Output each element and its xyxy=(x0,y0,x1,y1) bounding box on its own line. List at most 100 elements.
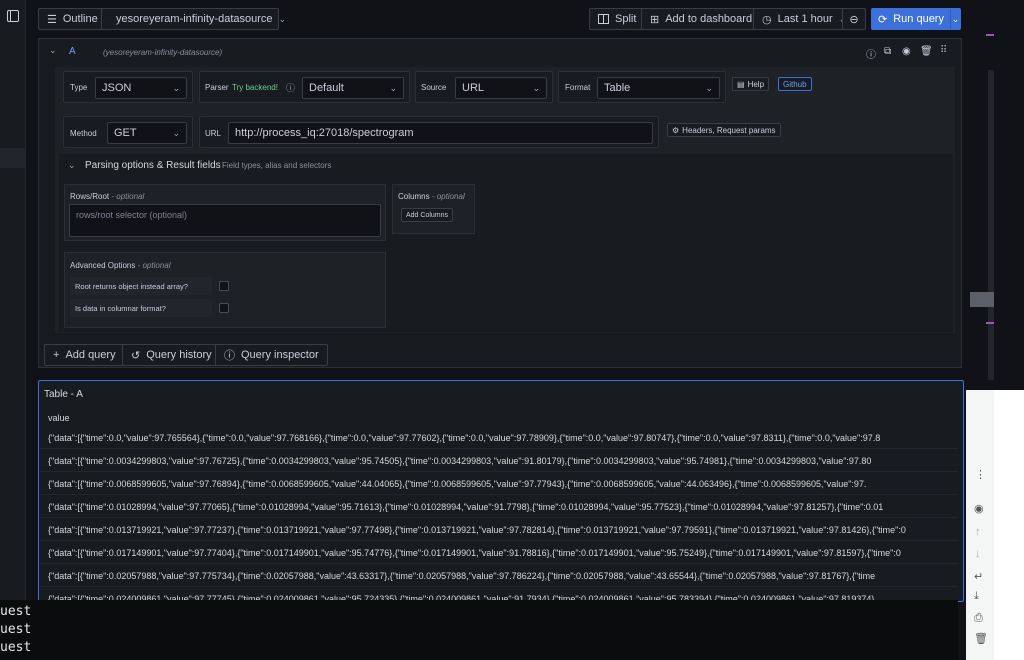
right-tool-column: ⋮ ◉ ↑ ↓ ↵ ⤓ ⎙ 🗑 xyxy=(966,390,994,660)
type-value: JSON xyxy=(102,82,132,94)
query-ref-id[interactable]: A xyxy=(69,46,76,57)
format-value: Table xyxy=(604,82,631,94)
eye-icon[interactable]: ◉ xyxy=(974,502,984,515)
github-button[interactable]: Github xyxy=(778,77,812,91)
collapse-chevron-icon[interactable]: ⌄ xyxy=(49,45,57,56)
print-icon[interactable]: ⎙ xyxy=(974,612,983,625)
query-history-label: Query history xyxy=(146,349,212,361)
parsing-options-hint: Field types, alias and selectors xyxy=(222,161,332,170)
zoom-out-icon: ⊖ xyxy=(849,13,859,26)
split-label: Split xyxy=(615,13,637,25)
type-select[interactable]: JSON ⌄ xyxy=(95,77,187,99)
clock-icon: ◷ xyxy=(762,13,772,26)
split-icon xyxy=(598,14,609,24)
method-value: GET xyxy=(114,127,137,139)
root-object-label: Root returns object instead array? xyxy=(75,282,188,291)
query-inspector-button[interactable]: ⓘ Query inspector xyxy=(215,344,328,366)
add-to-dashboard-button[interactable]: ⊞ Add to dashboard xyxy=(641,8,762,30)
chevron-down-icon: ⌄ xyxy=(278,13,287,24)
table-row[interactable]: {"data":[{"time":0.0,"value":97.765564},… xyxy=(40,427,958,449)
outline-button[interactable]: ☰ Outline xyxy=(38,8,107,30)
trash-icon[interactable]: 🗑 xyxy=(974,632,988,645)
table-row[interactable]: {"data":[{"time":0.02057988,"value":97.7… xyxy=(40,565,958,587)
table-row[interactable]: {"data":[{"time":0.0034299803,"value":97… xyxy=(40,450,958,472)
root-object-checkbox[interactable] xyxy=(219,281,229,291)
scrollbar-track[interactable] xyxy=(988,70,994,380)
chevron-down-icon: ⌄ xyxy=(172,127,180,138)
method-label: Method xyxy=(70,129,97,138)
help-circle-icon[interactable]: ⓘ xyxy=(866,46,876,61)
top-toolbar: ☰ Outline yesoreyeram-infinity-datasourc… xyxy=(26,0,970,36)
drag-handle-icon[interactable]: ⠿ xyxy=(940,45,947,56)
right-panel-strip xyxy=(970,0,1024,390)
table-title: Table - A xyxy=(44,389,83,400)
collapse-chevron-icon[interactable]: ⌄ xyxy=(68,160,76,171)
method-select[interactable]: GET ⌄ xyxy=(107,122,187,144)
outline-label: Outline xyxy=(62,13,98,25)
arrow-down-icon[interactable]: ↓ xyxy=(975,548,981,560)
headers-request-params-button[interactable]: ⚙ Headers, Request params xyxy=(667,123,781,137)
parser-select[interactable]: Default ⌄ xyxy=(302,77,404,99)
list-icon: ☰ xyxy=(47,13,57,26)
add-columns-label: Add Columns xyxy=(406,211,449,219)
query-history-button[interactable]: ↺ Query history xyxy=(122,344,221,366)
parser-value: Default xyxy=(309,82,344,94)
run-query-button[interactable]: ⟳ Run query ⌄ xyxy=(871,8,961,30)
eye-icon[interactable]: ◉ xyxy=(902,46,911,57)
source-select[interactable]: URL ⌄ xyxy=(455,77,547,99)
history-icon: ↺ xyxy=(131,349,141,362)
table-row[interactable]: {"data":[{"time":0.013719921,"value":97.… xyxy=(40,519,958,541)
rows-root-field: Rows/Root - optional rows/root selector … xyxy=(64,184,386,241)
dock-menu-icon[interactable] xyxy=(7,10,19,22)
document-icon: ▤ xyxy=(737,79,745,89)
columnar-checkbox[interactable] xyxy=(219,303,229,313)
parsing-options-title[interactable]: Parsing options & Result fields xyxy=(85,160,221,171)
trash-icon[interactable]: 🗑 xyxy=(920,46,933,57)
datasource-picker[interactable]: yesoreyeram-infinity-datasource ⌄ xyxy=(101,8,286,30)
table-row[interactable]: {"data":[{"time":0.01028994,"value":97.7… xyxy=(40,496,958,518)
help-label: Help xyxy=(747,79,765,89)
chevron-down-icon: ⌄ xyxy=(172,82,180,93)
rows-root-label: Rows/Root - optional xyxy=(70,192,145,201)
format-select[interactable]: Table ⌄ xyxy=(597,77,720,99)
add-columns-button[interactable]: Add Columns xyxy=(401,208,454,222)
split-button[interactable]: Split xyxy=(589,8,646,30)
time-range-picker[interactable]: ◷ Last 1 hour ⌄ xyxy=(753,8,856,30)
help-button[interactable]: ▤ Help xyxy=(732,77,770,91)
rows-root-input[interactable]: rows/root selector (optional) xyxy=(69,204,381,237)
info-circle-icon: ⓘ xyxy=(224,350,235,362)
parsing-options-section: ⌄ Parsing options & Result fields Field … xyxy=(59,154,953,332)
zoom-out-button[interactable]: ⊖ xyxy=(842,8,866,30)
more-vertical-icon[interactable]: ⋮ xyxy=(975,468,986,481)
sidebar-highlight xyxy=(0,148,26,168)
columnar-label: Is data in columnar format? xyxy=(75,304,166,313)
root-object-option: Root returns object instead array? xyxy=(70,277,212,295)
duplicate-icon[interactable]: ⧉ xyxy=(884,46,891,57)
dashboard-grid-icon: ⊞ xyxy=(650,13,660,26)
chevron-down-icon: ⌄ xyxy=(389,82,397,93)
table-column-header[interactable]: value xyxy=(48,413,70,423)
format-label: Format xyxy=(565,83,591,92)
arrow-up-icon[interactable]: ↑ xyxy=(975,526,981,538)
refresh-icon: ⟳ xyxy=(878,13,888,26)
headers-label: Headers, Request params xyxy=(682,125,776,135)
query-datasource-hint: (yesoreyeram-infinity-datasource) xyxy=(103,48,223,57)
marker-bottom xyxy=(986,322,994,324)
source-value: URL xyxy=(462,82,485,94)
advanced-options-label: Advanced Options - optional xyxy=(70,261,171,270)
run-query-dropdown[interactable]: ⌄ xyxy=(949,9,960,29)
wrap-icon[interactable]: ↵ xyxy=(974,570,983,583)
add-to-dashboard-label: Add to dashboard xyxy=(665,13,753,25)
add-query-button[interactable]: + Add query xyxy=(44,344,125,366)
url-label: URL xyxy=(205,129,222,138)
terminal-line: uest xyxy=(0,604,32,619)
columnar-option: Is data in columnar format? xyxy=(70,299,212,317)
download-icon[interactable]: ⤓ xyxy=(974,590,979,603)
table-row[interactable]: {"data":[{"time":0.017149901,"value":97.… xyxy=(40,542,958,564)
scroll-thumb[interactable] xyxy=(970,292,994,307)
url-input[interactable]: http://process_iq:27018/spectrogram xyxy=(228,122,653,144)
table-row[interactable]: {"data":[{"time":0.0068599605,"value":97… xyxy=(40,473,958,495)
chevron-down-icon: ⌄ xyxy=(705,82,713,93)
query-editor-body: Type JSON ⌄ Parser Try backend! ⓘ Defaul… xyxy=(55,67,955,333)
parser-try-backend[interactable]: Try backend! xyxy=(232,83,278,92)
